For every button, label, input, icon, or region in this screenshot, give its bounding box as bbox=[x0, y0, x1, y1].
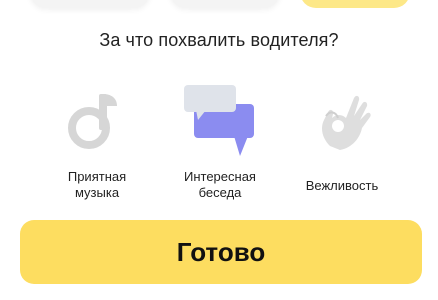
ok-hand-icon bbox=[282, 82, 402, 162]
praise-option-label: Вежливость bbox=[305, 178, 379, 193]
previous-option-chip[interactable] bbox=[170, 0, 280, 8]
music-note-icon bbox=[37, 82, 157, 162]
praise-question: За что похвалить водителя? bbox=[99, 30, 339, 50]
previous-option-chip[interactable] bbox=[30, 0, 150, 8]
done-button[interactable]: Готово bbox=[20, 220, 422, 284]
praise-option-conversation[interactable]: Интересная беседа bbox=[160, 82, 280, 207]
praise-option-label: Приятная музыка bbox=[67, 169, 127, 200]
praise-option-label: Интересная беседа bbox=[184, 169, 256, 200]
praise-option-music[interactable]: Приятная музыка bbox=[37, 82, 157, 207]
chat-bubbles-icon bbox=[160, 82, 280, 162]
previous-option-chip-selected[interactable] bbox=[300, 0, 410, 8]
praise-options: Приятная музыка Интересная беседа Вежлив… bbox=[0, 82, 438, 207]
praise-driver-screen: За что похвалить водителя? Приятная музы… bbox=[0, 0, 438, 300]
praise-option-politeness[interactable]: Вежливость bbox=[282, 82, 402, 207]
